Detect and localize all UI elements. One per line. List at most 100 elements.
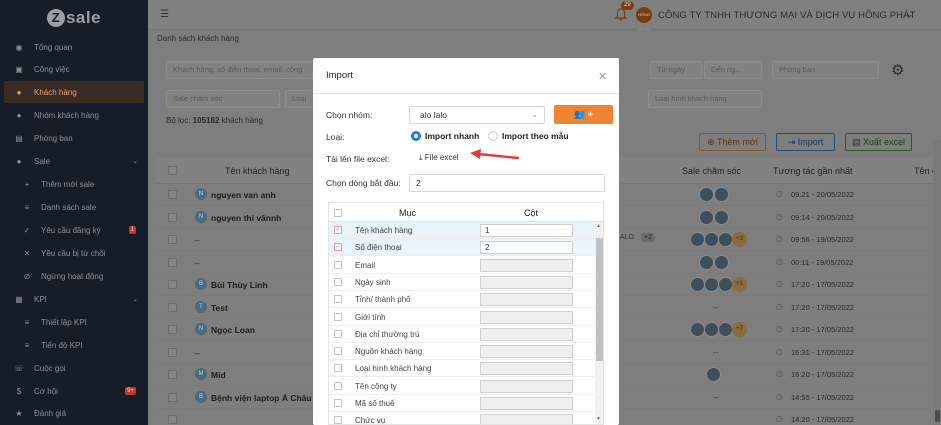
row-checkbox[interactable] xyxy=(168,370,177,379)
export-excel-button[interactable]: ▤ Xuất excel xyxy=(845,133,912,151)
page-scrollbar-thumb[interactable] xyxy=(935,410,940,422)
sale-avatar[interactable] xyxy=(699,254,714,270)
mapping-row[interactable]: ✓ Tên khách hàng 1 xyxy=(329,222,594,239)
customer-name[interactable]: -- xyxy=(194,235,200,245)
sale-avatar[interactable] xyxy=(690,232,705,247)
sidebar-item-15[interactable]: $ Cơ hội 9+ xyxy=(0,380,148,402)
sale-avatar[interactable] xyxy=(704,322,719,337)
start-row-input[interactable]: 2 xyxy=(409,174,605,192)
add-group-button[interactable]: 👥 + xyxy=(554,105,613,124)
mapping-row-checkbox[interactable] xyxy=(334,381,342,390)
mapping-column-input[interactable] xyxy=(480,414,573,424)
sidebar-item-7[interactable]: ≡ Danh sách sale xyxy=(0,196,148,218)
mapping-column-input[interactable] xyxy=(480,397,573,410)
row-checkbox[interactable] xyxy=(168,392,177,402)
customer-name[interactable]: -- xyxy=(194,258,200,268)
sidebar-item-6[interactable]: + Thêm mới sale xyxy=(0,173,148,195)
type-select[interactable]: Loại xyxy=(285,90,315,108)
mapping-select-all-checkbox[interactable] xyxy=(334,209,342,217)
sidebar-item-4[interactable]: ▤ Phòng ban xyxy=(0,127,148,149)
department-select[interactable]: Phòng ban xyxy=(772,61,879,79)
mapping-row[interactable]: Ngày sinh xyxy=(329,274,594,291)
customer-name[interactable]: Bệnh viện laptop Á Châu xyxy=(211,393,312,403)
row-checkbox[interactable] xyxy=(168,190,177,199)
mapping-row-checkbox[interactable] xyxy=(334,329,342,338)
mapping-scrollbar[interactable]: ▲ ▼ xyxy=(595,222,603,424)
add-customer-button[interactable]: ⊕ Thêm mới xyxy=(699,133,766,151)
row-checkbox[interactable] xyxy=(168,280,177,289)
close-icon[interactable]: ✕ xyxy=(598,70,607,83)
column-header-name[interactable]: Tên khách hàng xyxy=(225,166,290,176)
mapping-row[interactable]: Chức vụ xyxy=(329,412,594,424)
company-avatar[interactable]: HỒNG PHÁT xyxy=(636,7,652,33)
mapping-column-input[interactable] xyxy=(480,275,573,289)
sidebar-item-2[interactable]: ● Khách hàng xyxy=(4,81,144,103)
mapping-row-checkbox[interactable]: ✓ xyxy=(334,226,342,234)
sale-avatar[interactable] xyxy=(714,187,729,202)
mapping-scrollbar-thumb[interactable] xyxy=(596,238,603,361)
import-button[interactable]: ⇥ Import xyxy=(776,133,835,151)
row-checkbox[interactable] xyxy=(168,415,177,424)
sidebar-item-16[interactable]: ★ Đánh giá xyxy=(0,402,148,424)
sidebar-item-12[interactable]: ≡ Thiết lập KPI xyxy=(0,311,148,333)
mapping-row-checkbox[interactable] xyxy=(334,347,342,356)
mapping-row[interactable]: Mã số thuế xyxy=(329,395,594,412)
mapping-column-input[interactable] xyxy=(480,327,573,341)
row-checkbox[interactable] xyxy=(168,257,177,267)
gear-icon[interactable]: ⚙ xyxy=(891,61,904,79)
file-upload-link[interactable]: ⤓ File excel xyxy=(419,153,459,163)
chevron-down-icon[interactable]: ⌄ xyxy=(906,9,914,20)
sale-care-select[interactable]: Sale chăm sóc xyxy=(166,90,280,108)
sale-avatar[interactable] xyxy=(690,277,705,292)
customer-name[interactable]: nguyen van anh xyxy=(211,190,276,200)
mapping-column-input[interactable]: 1 xyxy=(480,224,573,237)
mapping-row[interactable]: Tên công ty xyxy=(329,378,594,395)
sale-avatar[interactable] xyxy=(714,254,729,270)
group-select[interactable]: alo lalo ⌄ xyxy=(409,106,545,124)
mapping-row-checkbox[interactable] xyxy=(334,416,342,424)
mapping-row[interactable]: Địa chỉ thường trú xyxy=(329,326,594,343)
customer-name[interactable]: Ngọc Loan xyxy=(211,325,255,335)
sale-avatar[interactable] xyxy=(699,209,714,225)
company-name[interactable]: CÔNG TY TNHH THƯƠNG MẠI VÀ DỊCH VỤ HỒNG … xyxy=(658,10,915,21)
sale-avatar[interactable] xyxy=(699,187,714,202)
sidebar-item-13[interactable]: ≡ Tiến độ KPI xyxy=(0,334,148,356)
customer-name[interactable]: Mid xyxy=(211,370,226,380)
sidebar-item-0[interactable]: ◉ Tổng quan xyxy=(0,36,148,58)
mapping-row[interactable]: Giới tính xyxy=(329,309,594,326)
page-scrollbar[interactable] xyxy=(933,140,941,425)
mapping-row-checkbox[interactable] xyxy=(334,295,342,304)
mapping-row[interactable]: Tỉnh/ thành phố xyxy=(329,291,594,309)
mapping-row-checkbox[interactable]: ✓ xyxy=(334,243,342,252)
sidebar-item-11[interactable]: ▦ KPI ⌄ xyxy=(0,288,148,310)
customer-name[interactable]: Test xyxy=(211,303,228,313)
mapping-row-checkbox[interactable] xyxy=(334,399,342,407)
sale-avatar[interactable] xyxy=(714,209,729,225)
radio-import-template-label[interactable]: Import theo mẫu xyxy=(502,131,569,141)
scroll-down-icon[interactable]: ▼ xyxy=(596,416,601,422)
row-checkbox[interactable] xyxy=(168,347,177,357)
mapping-row-checkbox[interactable] xyxy=(334,312,342,321)
radio-import-quick-label[interactable]: Import nhanh xyxy=(425,131,479,141)
row-checkbox[interactable] xyxy=(168,302,177,312)
scroll-up-icon[interactable]: ▲ xyxy=(596,223,601,229)
radio-import-template[interactable] xyxy=(488,131,498,141)
sidebar-item-1[interactable]: ▣ Công việc xyxy=(0,58,148,80)
customer-type-select[interactable]: Loại hình khách hàng xyxy=(648,90,762,108)
row-checkbox[interactable] xyxy=(168,325,177,334)
sale-avatar[interactable] xyxy=(718,277,733,292)
sale-avatar[interactable] xyxy=(718,322,733,337)
sale-avatar[interactable] xyxy=(704,232,719,247)
sale-avatar[interactable] xyxy=(718,232,733,247)
mapping-column-input[interactable]: 2 xyxy=(480,241,573,255)
mapping-row[interactable]: Nguồn khách hàng xyxy=(329,343,594,361)
sidebar-item-9[interactable]: ✕ Yêu cầu bị từ chối xyxy=(0,242,148,264)
mapping-column-input[interactable] xyxy=(480,379,573,393)
sale-avatar[interactable] xyxy=(706,367,721,382)
radio-import-quick[interactable] xyxy=(411,131,421,141)
sidebar-item-5[interactable]: ● Sale ⌄ xyxy=(0,150,148,172)
sidebar-item-10[interactable]: ⊘ Ngừng hoạt động xyxy=(0,265,148,287)
app-logo[interactable]: Z sale xyxy=(0,0,148,36)
column-header-sale[interactable]: Sale chăm sóc xyxy=(682,166,741,176)
select-all-checkbox[interactable] xyxy=(168,166,177,175)
